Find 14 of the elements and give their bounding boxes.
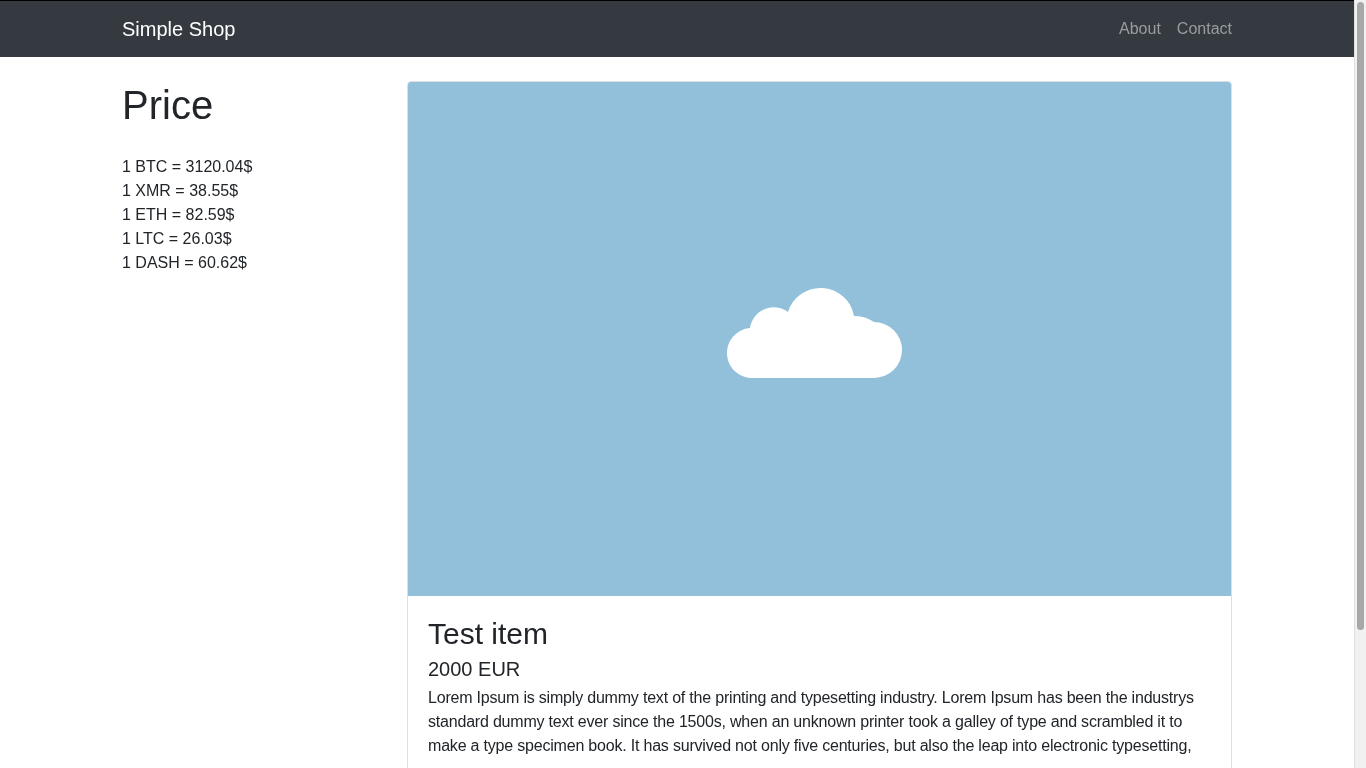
brand-link[interactable]: Simple Shop <box>122 14 236 44</box>
price-rate: 1 DASH = 60.62$ <box>122 253 247 273</box>
nav-link[interactable]: About <box>1119 17 1161 41</box>
item-price: 2000 EUR <box>428 657 522 681</box>
price-rate: 1 BTC = 3120.04$ <box>122 157 253 177</box>
nav-link[interactable]: Contact <box>1176 17 1232 41</box>
price-rate: 1 ETH = 82.59$ <box>122 205 235 225</box>
item-title: Test item <box>428 616 550 652</box>
scrollbar[interactable] <box>1354 0 1366 768</box>
scrollbar-thumb[interactable] <box>1357 2 1364 630</box>
item-description: Lorem Ipsum is simply dummy text of the printing and typesetting industry. Lorem Ipsum has been the industrys standard dummy text ever since the 1500s, when an unknown printer took a galley of type and scrambled it to make a type specimen book. It has survived not only five centuries, but also the leap into electronic typesetting, <box>428 688 1195 756</box>
price-rate: 1 LTC = 26.03$ <box>122 229 232 249</box>
section-title: Price <box>122 82 215 129</box>
price-rate: 1 XMR = 38.55$ <box>122 181 239 201</box>
